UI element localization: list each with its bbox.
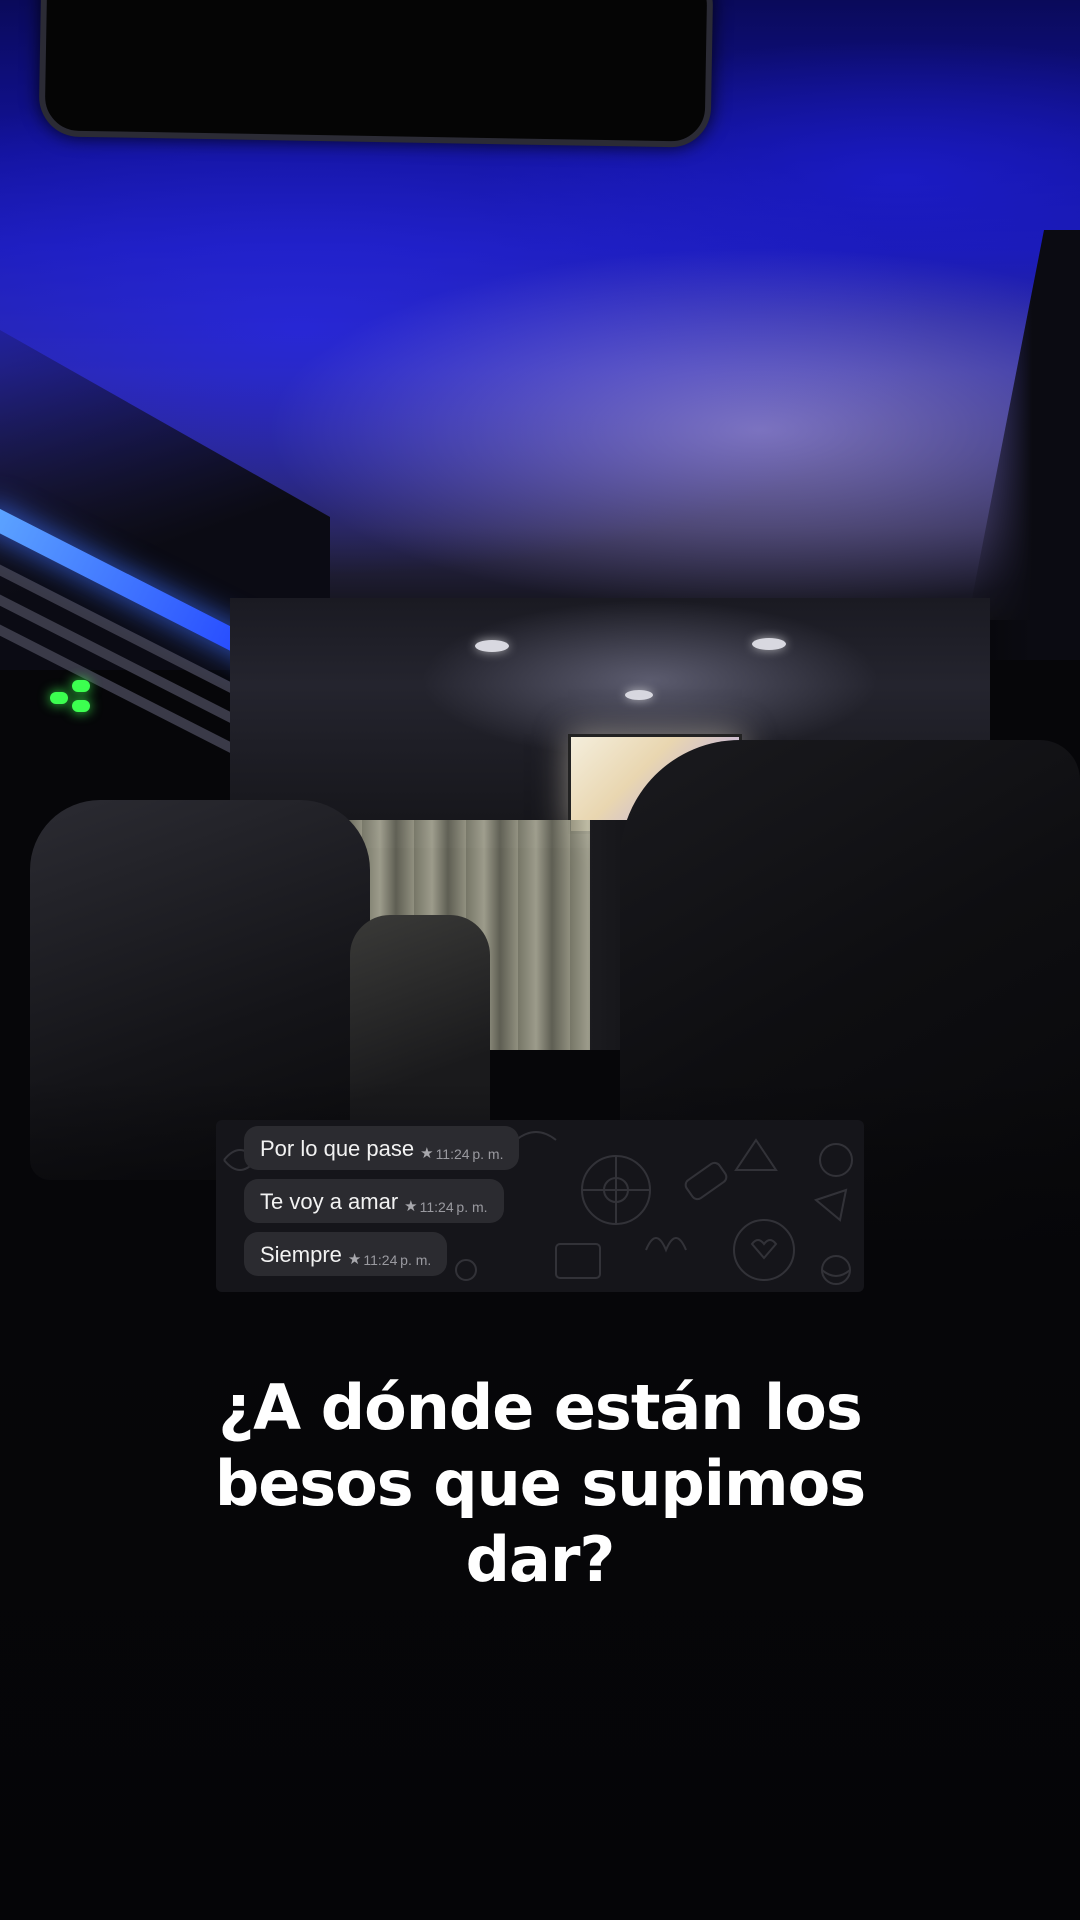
story-canvas: Por lo que pase ★ 11:24 p. m. Te voy a a… — [0, 0, 1080, 1920]
message-text: Por lo que pase — [260, 1136, 415, 1161]
message-meta: ★ 11:24 p. m. — [420, 1145, 504, 1163]
message-time: 11:24 p. m. — [419, 1199, 488, 1215]
roof-hatch — [38, 0, 714, 148]
message-text: Siempre — [260, 1242, 342, 1267]
star-icon: ★ — [420, 1145, 434, 1162]
ceiling-spotlight — [625, 690, 653, 700]
message-meta: ★ 11:24 p. m. — [347, 1251, 432, 1269]
story-caption: ¿A dónde están los besos que supimos dar… — [90, 1370, 990, 1598]
caption-line: ¿A dónde están los — [218, 1371, 863, 1444]
message-text: Te voy a amar — [260, 1189, 399, 1214]
message-bubble: Siempre ★ 11:24 p. m. — [244, 1232, 448, 1276]
star-icon: ★ — [347, 1251, 362, 1268]
background-photo — [0, 0, 1080, 1920]
caption-line: besos que supimos — [214, 1447, 866, 1520]
message-time: 11:24 p. m. — [435, 1146, 504, 1162]
message-time: 11:24 p. m. — [363, 1252, 432, 1268]
message-meta: ★ 11:24 p. m. — [404, 1198, 488, 1216]
chat-screenshot: Por lo que pase ★ 11:24 p. m. Te voy a a… — [216, 1120, 864, 1292]
caption-line: dar? — [465, 1523, 616, 1596]
ceiling-spotlight — [752, 638, 786, 650]
message-bubble: Por lo que pase ★ 11:24 p. m. — [244, 1126, 520, 1170]
green-vent-light — [50, 680, 96, 714]
star-icon: ★ — [404, 1198, 418, 1215]
ceiling-spotlight — [475, 640, 509, 652]
message-bubble: Te voy a amar ★ 11:24 p. m. — [244, 1179, 504, 1223]
